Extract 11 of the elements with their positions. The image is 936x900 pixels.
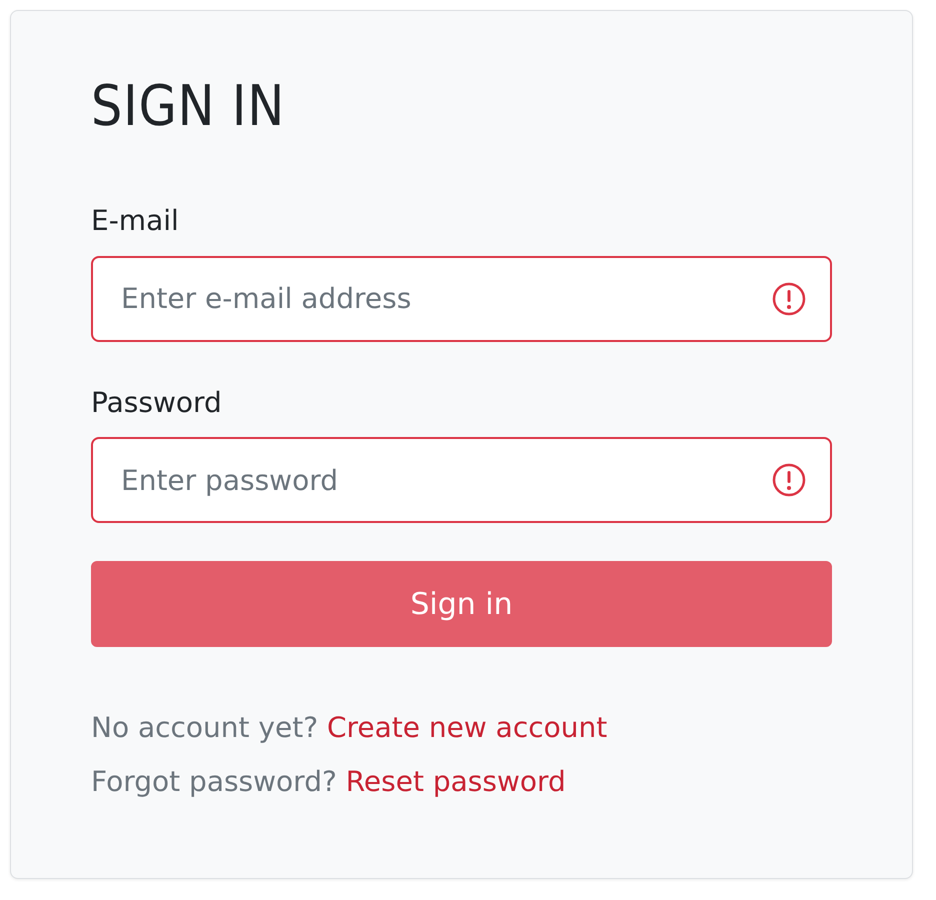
page-title: SIGN IN bbox=[91, 73, 286, 140]
help-text: Forgot password? Reset password bbox=[91, 764, 567, 799]
field-label: E-mail bbox=[91, 204, 180, 238]
help-text: No account yet? Create new account bbox=[91, 711, 608, 745]
error-icon bbox=[772, 463, 806, 498]
link[interactable]: Reset password bbox=[346, 764, 566, 798]
input-field[interactable]: Enter password bbox=[91, 437, 832, 524]
error-icon bbox=[772, 282, 806, 316]
input-field[interactable]: Enter e-mail address bbox=[91, 256, 832, 342]
link[interactable]: Create new account bbox=[326, 711, 608, 744]
field-label: Password bbox=[91, 386, 223, 420]
